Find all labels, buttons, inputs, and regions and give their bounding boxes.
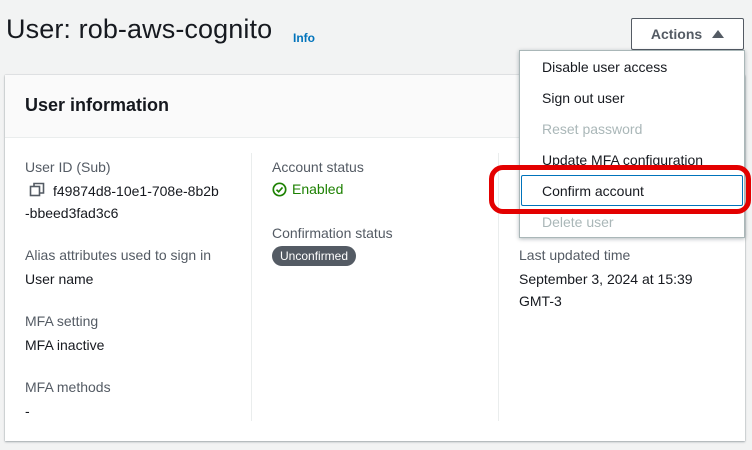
menu-item-delete-user: Delete user	[542, 213, 614, 230]
last-updated-label: Last updated time	[519, 247, 631, 263]
last-updated-value-cont: GMT-3	[519, 293, 562, 309]
alias-value: User name	[25, 271, 94, 287]
menu-item-sign-out-user[interactable]: Sign out user	[520, 82, 744, 113]
column-divider	[251, 153, 252, 421]
caret-up-icon	[712, 29, 725, 38]
alias-label: Alias attributes used to sign in	[25, 247, 211, 263]
card-title: User information	[25, 95, 170, 115]
confirmation-status-label: Confirmation status	[272, 225, 393, 241]
user-id-value-cont: -bbeed3fad3c6	[25, 205, 119, 221]
page-title: User: rob-aws-cognito	[6, 14, 273, 44]
account-status-label: Account status	[272, 159, 364, 175]
menu-item-confirm-account[interactable]: Confirm account	[521, 175, 743, 206]
user-id-value: f49874d8-10e1-708e-8b2b	[53, 183, 219, 199]
menu-item-disable-user-access[interactable]: Disable user access	[520, 51, 744, 82]
actions-label: Actions	[650, 26, 703, 42]
info-link[interactable]: Info	[293, 31, 315, 45]
mfa-setting-label: MFA setting	[25, 313, 99, 329]
mfa-methods-label: MFA methods	[25, 379, 111, 395]
mfa-methods-value: -	[25, 403, 30, 419]
actions-button[interactable]: Actions	[631, 18, 744, 50]
user-id-label: User ID (Sub)	[25, 159, 111, 175]
page: User: rob-aws-cognito Info Actions User …	[0, 0, 752, 450]
last-updated-value: September 3, 2024 at 15:39	[519, 271, 693, 287]
account-status-text: Enabled	[292, 181, 344, 197]
confirmation-status-badge: Unconfirmed	[272, 246, 357, 266]
status-check-icon	[272, 181, 287, 197]
column-divider	[498, 153, 499, 421]
menu-item-reset-password: Reset password	[542, 120, 643, 137]
account-status-value: Enabled	[272, 181, 343, 197]
menu-item-update-mfa-configuration[interactable]: Update MFA configuration	[520, 144, 744, 175]
actions-dropdown-menu: Disable user access Sign out user Reset …	[519, 50, 745, 238]
copy-icon[interactable]	[29, 182, 45, 198]
mfa-setting-value: MFA inactive	[25, 337, 105, 353]
